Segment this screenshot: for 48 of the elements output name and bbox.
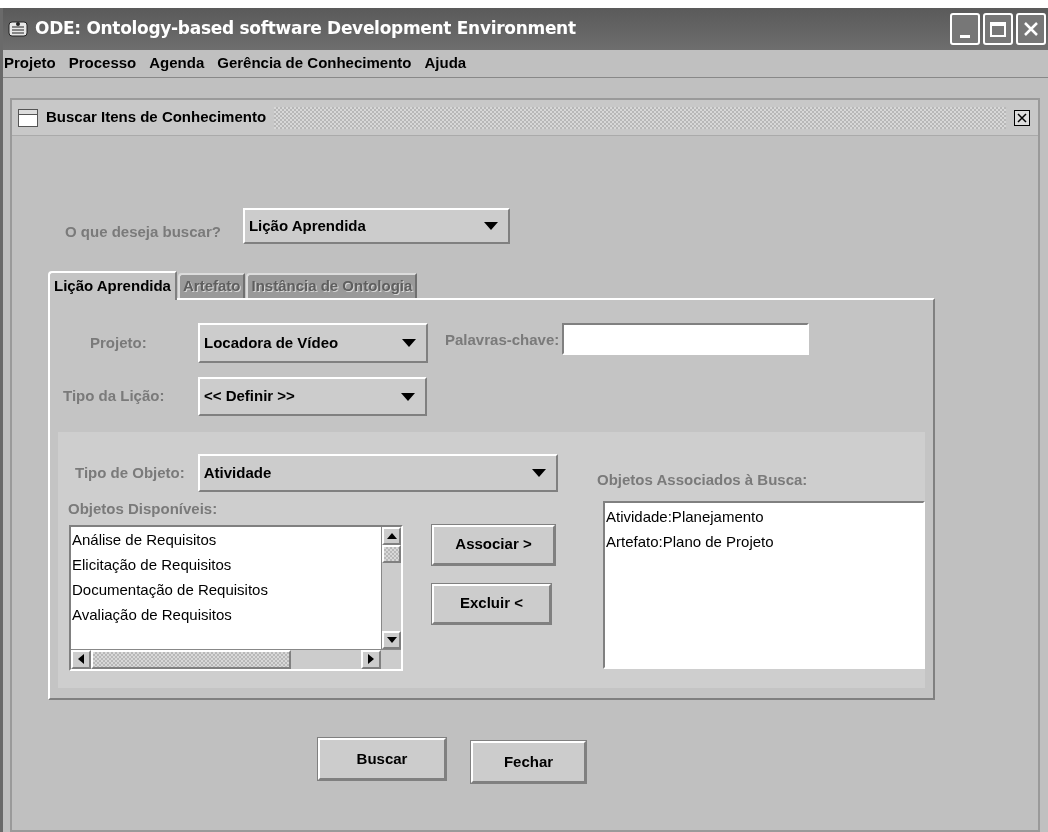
scroll-thumb[interactable] [91,649,291,669]
horizontal-scrollbar[interactable] [71,648,401,669]
left-arrow-icon[interactable] [78,654,84,664]
lesson-type-dropdown[interactable]: << Definir >> [198,377,427,416]
caret-icon [531,469,546,477]
field-label: Tipo de Objeto: [75,462,185,483]
list-item[interactable]: Avaliação de Requisitos [71,601,381,627]
menu-item[interactable]: Projeto [4,52,56,75]
list-item[interactable]: Documentação de Requisitos [71,576,381,602]
list-item[interactable]: Artefato:Plano de Projeto [605,528,923,554]
window-icon [18,108,38,127]
caret-icon [402,339,416,347]
menu-item[interactable]: Ajuda [424,52,467,75]
project-dropdown[interactable]: Locadora de Vídeo [198,323,428,363]
tab[interactable]: Lição Aprendida [48,271,177,300]
up-arrow-icon[interactable] [386,532,397,539]
list-item[interactable]: Análise de Requisitos [71,526,381,552]
frame-title: Buscar Itens de Conhecimento [46,107,267,128]
app-icon [7,18,29,40]
search-type-dropdown[interactable]: Lição Aprendida [242,208,510,244]
field-label: Objetos Disponíveis: [68,499,219,519]
window-title: ODE: Ontology-based software Development Environment [35,17,576,41]
close-button[interactable] [1014,109,1030,126]
list-item[interactable]: Elicitação de Requisitos [71,551,381,577]
close-icon [1023,21,1039,37]
remove-button[interactable]: Excluir < [432,583,551,624]
object-type-dropdown[interactable]: Atividade [197,454,558,492]
field-label: Objetos Associados à Busca: [597,470,809,490]
menu-item[interactable]: Gerência de Conhecimento [217,52,412,75]
field-label: O que deseja buscar? [65,221,221,242]
caret-icon [401,392,415,401]
close-dialog-button[interactable]: Fechar [471,741,586,783]
caret-icon [483,222,498,230]
field-label: Palavras-chave: [445,330,560,350]
field-label: Projeto: [90,332,148,353]
close-icon [1017,112,1027,123]
search-button[interactable]: Buscar [318,738,446,780]
minimize-button[interactable] [950,13,980,45]
down-arrow-icon[interactable] [386,636,397,643]
maximize-button[interactable] [983,13,1013,45]
keywords-field[interactable] [562,323,810,355]
vertical-scrollbar[interactable] [381,526,401,649]
field-label: Tipo da Lição: [63,386,166,407]
menu-item[interactable]: Processo [68,52,137,75]
menu-item[interactable]: Agenda [149,52,205,75]
right-arrow-icon[interactable] [368,654,374,664]
associate-button[interactable]: Associar > [432,524,555,565]
list-item[interactable]: Atividade:Planejamento [605,503,923,529]
